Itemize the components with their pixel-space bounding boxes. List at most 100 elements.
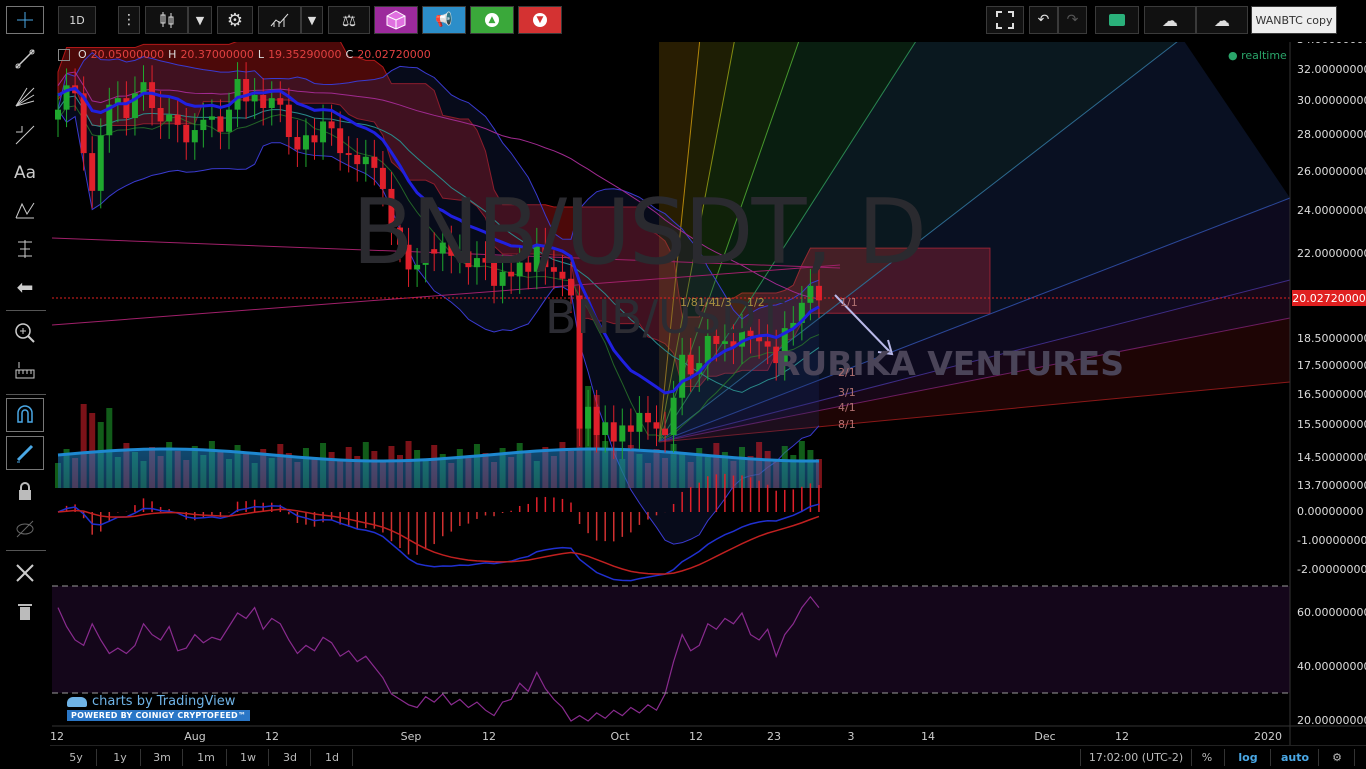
measure-volume-tool[interactable] <box>6 354 44 388</box>
candle-body <box>525 262 532 272</box>
indicators-dropdown[interactable]: ▼ <box>301 6 323 34</box>
price-tick-label: 32.00000000 <box>1297 62 1366 76</box>
megaphone-icon: 📢 <box>435 12 453 28</box>
interval-dropdown-button[interactable]: ⋮ <box>118 6 140 34</box>
rsi-tick-label: 20.00000000 <box>1297 714 1366 727</box>
crosshair-button[interactable] <box>6 6 44 34</box>
sell-button[interactable]: ▼ <box>518 6 562 34</box>
divider <box>6 310 46 311</box>
interval-button[interactable]: 1D <box>58 6 96 34</box>
range-button-1m[interactable]: 1m <box>186 749 227 766</box>
high-value: 20.37000000 <box>180 48 254 61</box>
candle-body <box>465 251 472 268</box>
candle-body <box>166 114 173 122</box>
legend-settings-icon[interactable] <box>58 48 70 61</box>
load-button[interactable]: ☁ <box>1144 6 1196 34</box>
candle-body <box>807 285 814 303</box>
top-toolbar: 1D ⋮ ▼ ⚙ ▼ ⚖ 📢 ▲ ▼ ↶ ↷ ☁ ☁ WANBTC copy <box>0 0 1366 42</box>
realtime-status: ● realtime <box>1228 49 1287 62</box>
settings-button[interactable]: ⚙ <box>217 6 253 34</box>
arrow-left-icon: ⬅ <box>16 275 34 299</box>
pitchfork-tool[interactable] <box>6 118 44 152</box>
text-tool[interactable]: Aa <box>6 156 44 190</box>
open-label: O <box>78 48 87 61</box>
chart-type-button[interactable] <box>145 6 188 34</box>
auto-toggle[interactable]: auto <box>1272 749 1319 766</box>
candle-body <box>713 335 720 344</box>
candle-body <box>388 188 395 228</box>
measure-tool[interactable] <box>6 232 44 266</box>
redo-button[interactable]: ↷ <box>1058 6 1087 34</box>
fan-label: 1/8 <box>680 296 698 309</box>
trash-icon <box>18 604 32 620</box>
left-toolbar: Aa ⬅ <box>0 42 50 742</box>
compare-button[interactable]: ⚖ <box>328 6 370 34</box>
divider <box>6 550 46 551</box>
candle-body <box>362 156 369 165</box>
lock-tool[interactable] <box>6 474 44 508</box>
announce-button[interactable]: 📢 <box>422 6 466 34</box>
rsi-band <box>52 586 1290 693</box>
candle-body <box>294 137 301 150</box>
indicators-icon <box>270 13 288 27</box>
clock: 17:02:00 (UTC-2) <box>1080 749 1192 766</box>
range-button-1w[interactable]: 1w <box>228 749 269 766</box>
time-tick-label: Aug <box>184 730 206 743</box>
candle-body <box>679 354 686 398</box>
candle-body <box>243 79 250 102</box>
gann-fan-tool[interactable] <box>6 80 44 114</box>
pattern-tool[interactable] <box>6 194 44 228</box>
candle-body <box>491 262 498 286</box>
undo-button[interactable]: ↶ <box>1029 6 1058 34</box>
cloud-upload-icon: ☁ <box>1214 10 1230 30</box>
indicators-button[interactable] <box>258 6 301 34</box>
price-chart[interactable] <box>0 0 1366 768</box>
trend-line-icon <box>15 49 35 69</box>
candle-body <box>602 422 609 436</box>
tradingview-logo[interactable]: charts by TradingView POWERED BY COINIGY… <box>67 694 251 721</box>
cube-icon <box>386 10 406 30</box>
range-button-3d[interactable]: 3d <box>270 749 311 766</box>
time-tick-label: 12 <box>482 730 496 743</box>
candle-body <box>191 130 198 143</box>
percent-toggle[interactable]: % <box>1190 749 1225 766</box>
chart-settings-button[interactable]: ⚙ <box>1320 749 1355 766</box>
fullscreen-button[interactable] <box>986 6 1024 34</box>
fan-label: 3/1 <box>838 386 856 399</box>
range-button-5y[interactable]: 5y <box>56 749 97 766</box>
delete-drawings[interactable] <box>6 594 44 628</box>
time-tick-label: 14 <box>921 730 935 743</box>
price-tick-label: 18.50000000 <box>1297 331 1366 345</box>
wrench-icon <box>16 564 34 582</box>
symbol-button[interactable]: WANBTC copy <box>1251 6 1337 34</box>
magnet-tool[interactable] <box>6 398 44 432</box>
tools-settings[interactable] <box>6 556 44 590</box>
range-button-3m[interactable]: 3m <box>142 749 183 766</box>
log-toggle[interactable]: log <box>1226 749 1271 766</box>
undo-icon: ↶ <box>1037 12 1050 28</box>
price-tick-label: 26.00000000 <box>1297 164 1366 178</box>
candle-body <box>721 341 728 344</box>
buy-button[interactable]: ▲ <box>470 6 514 34</box>
plugin-button[interactable] <box>374 6 418 34</box>
hide-drawings-tool[interactable] <box>6 512 44 546</box>
candle-body <box>482 258 489 263</box>
candle-body <box>747 330 754 336</box>
save-button[interactable]: ☁ <box>1196 6 1248 34</box>
arrow-tool[interactable]: ⬅ <box>6 270 44 304</box>
trend-line-tool[interactable] <box>6 42 44 76</box>
chart-type-dropdown[interactable]: ▼ <box>188 6 212 34</box>
range-button-1d[interactable]: 1d <box>312 749 353 766</box>
candle-body <box>311 135 318 143</box>
candle-body <box>670 397 677 436</box>
candle-body <box>576 295 583 429</box>
range-button-1y[interactable]: 1y <box>100 749 141 766</box>
rsi-tick-label: 60.00000000 <box>1297 606 1366 619</box>
snapshot-button[interactable] <box>1095 6 1139 34</box>
drawing-mode-tool[interactable] <box>6 436 44 470</box>
candle-body <box>277 98 284 105</box>
zoom-tool[interactable] <box>6 316 44 350</box>
time-tick-label: 12 <box>1115 730 1129 743</box>
pitchfork-icon <box>15 125 35 145</box>
candle-body <box>208 116 215 120</box>
